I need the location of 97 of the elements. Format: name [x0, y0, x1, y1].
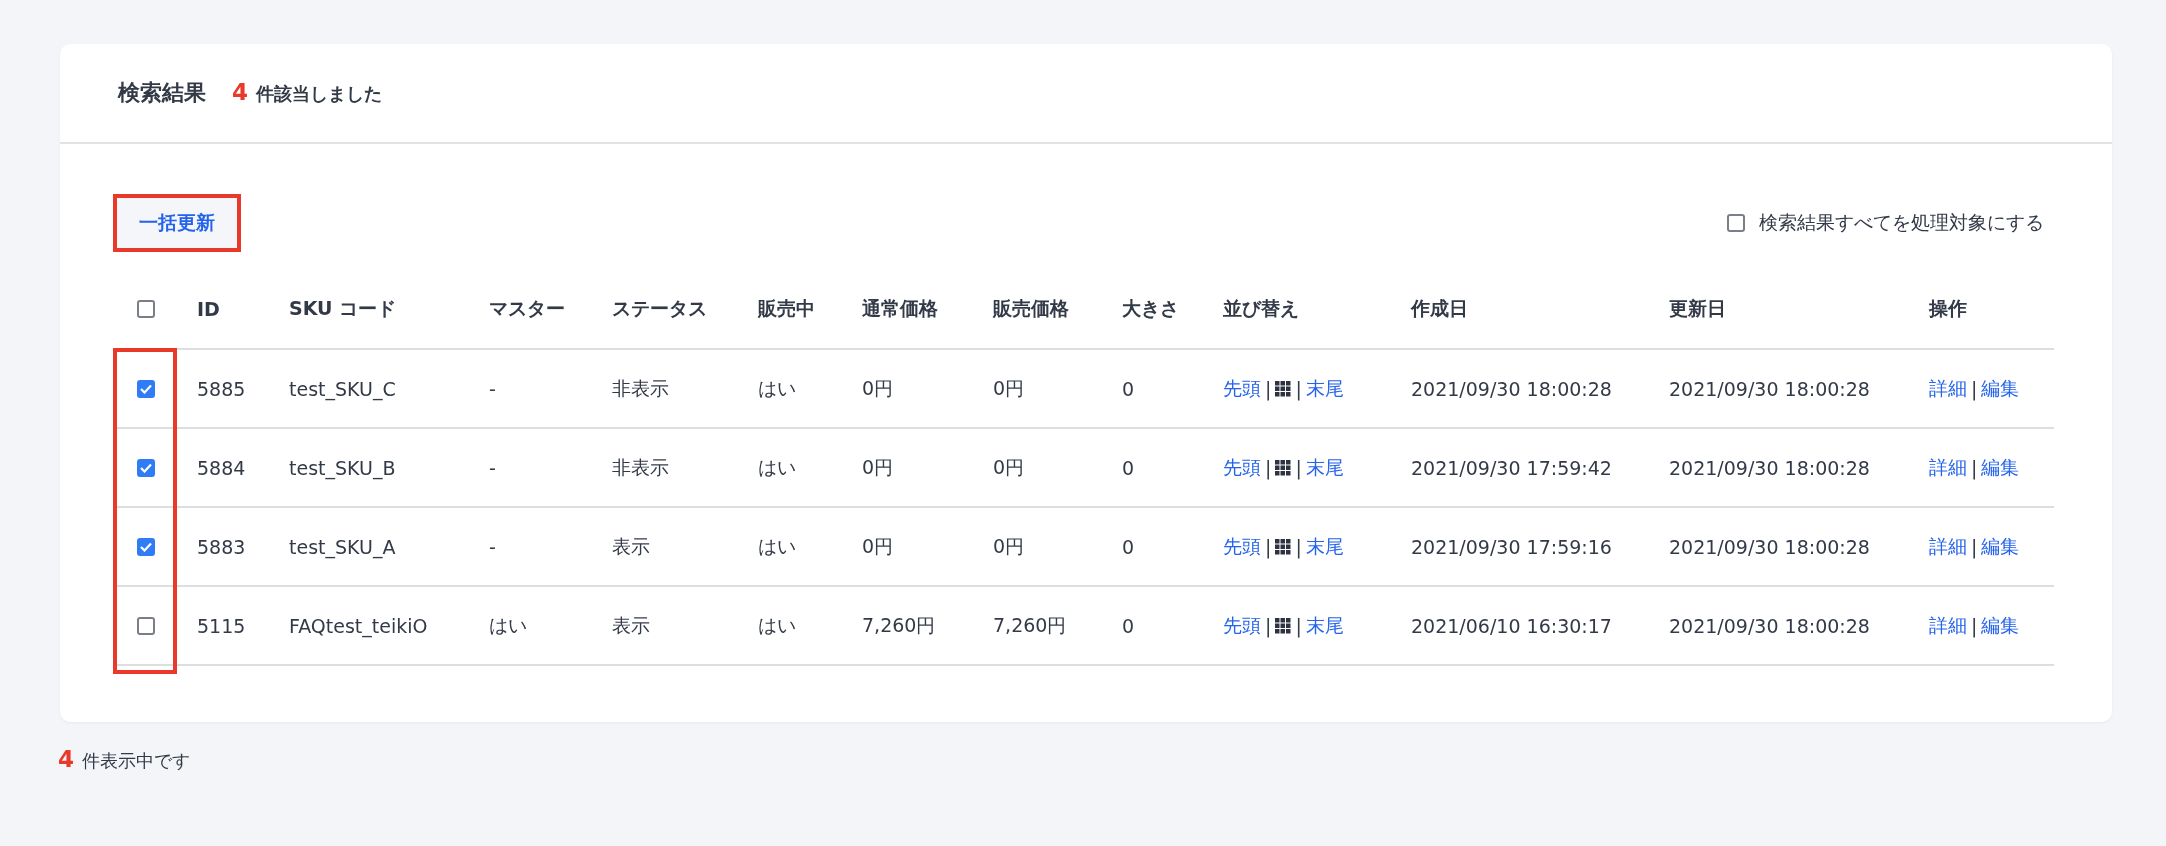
table-cell: test_SKU_A	[289, 535, 396, 558]
table-cell: 5884	[197, 456, 246, 479]
table-cell: 0	[1122, 456, 1135, 479]
table-cell: -	[489, 377, 496, 400]
table-cell-text: はい	[758, 375, 796, 401]
grid-icon[interactable]	[1275, 380, 1292, 397]
table-cell: test_SKU_B	[289, 456, 396, 479]
table-cell: 2021/09/30 18:00:28	[1669, 377, 1870, 400]
separator: |	[1265, 614, 1272, 637]
move-top-link[interactable]: 先頭	[1223, 375, 1261, 402]
display-count: 4	[58, 746, 74, 772]
table-cell-text: 0円	[993, 533, 1025, 559]
grid-icon[interactable]	[1275, 538, 1292, 555]
separator: |	[1265, 377, 1272, 400]
row-checkbox[interactable]	[137, 458, 155, 477]
column-header: 通常価格	[861, 296, 939, 321]
table-cell: 2021/09/30 18:00:28	[1411, 377, 1612, 400]
table-cell-text: 7,260円	[993, 612, 1067, 638]
edit-link[interactable]: 編集	[1981, 454, 2020, 481]
table-cell-text: 0円	[862, 454, 894, 480]
section-title: 検索結果	[118, 79, 206, 107]
move-bottom-link[interactable]: 末尾	[1305, 375, 1344, 402]
grid-icon[interactable]	[1275, 617, 1292, 634]
row-checkbox[interactable]	[137, 537, 155, 556]
table-cell-text: 表示	[612, 533, 650, 559]
row-checkbox[interactable]	[137, 379, 155, 398]
header-checkbox[interactable]	[137, 300, 155, 318]
table-cell: 2021/09/30 18:00:28	[1669, 456, 1870, 479]
edit-link[interactable]: 編集	[1981, 533, 2020, 560]
table-cell-text: 0円	[993, 375, 1025, 401]
column-header: 販売中	[757, 296, 816, 321]
table-cell-text: 非表示	[612, 454, 669, 480]
separator: |	[1295, 456, 1302, 479]
table-cell: 0	[1122, 535, 1135, 558]
table-cell: -	[489, 535, 496, 558]
column-header: 販売価格	[992, 296, 1070, 321]
column-header: マスター	[488, 296, 566, 321]
column-header: 更新日	[1668, 296, 1727, 321]
detail-link[interactable]: 詳細	[1929, 612, 1967, 639]
column-header: 作成日	[1409, 296, 1469, 321]
table-cell: 5883	[197, 535, 246, 558]
table-cell-text: 非表示	[612, 375, 669, 401]
separator: |	[1295, 535, 1302, 558]
table-cell-text: はい	[758, 612, 796, 638]
table-cell: 2021/06/10 16:30:17	[1411, 614, 1612, 637]
table-cell: 5885	[197, 377, 246, 400]
move-bottom-link[interactable]: 末尾	[1305, 454, 1344, 481]
table-cell: FAQtest_teikiO	[289, 614, 428, 637]
table-cell: 2021/09/30 17:59:16	[1411, 535, 1612, 558]
table-cell-text: はい	[758, 454, 796, 480]
detail-link[interactable]: 詳細	[1929, 375, 1967, 402]
column-header: 並び替え	[1222, 296, 1300, 321]
separator: |	[1971, 377, 1978, 400]
table-cell-text: 0円	[862, 533, 894, 559]
separator: |	[1971, 535, 1978, 558]
grid-icon[interactable]	[1275, 459, 1292, 476]
separator: |	[1971, 614, 1978, 637]
move-top-link[interactable]: 先頭	[1223, 612, 1261, 639]
table-cell-text: 7,260円	[862, 612, 936, 638]
separator: |	[1295, 377, 1302, 400]
table-cell: test_SKU_C	[289, 377, 396, 400]
result-count-label: 件該当しました	[256, 82, 382, 106]
move-top-link[interactable]: 先頭	[1223, 533, 1261, 560]
move-bottom-link[interactable]: 末尾	[1305, 612, 1344, 639]
edit-link[interactable]: 編集	[1981, 612, 2020, 639]
column-header: 操作	[1927, 296, 1968, 321]
move-bottom-link[interactable]: 末尾	[1305, 533, 1344, 560]
separator: |	[1295, 614, 1302, 637]
column-header: ステータス	[611, 296, 708, 321]
separator: |	[1971, 456, 1978, 479]
separator: |	[1265, 535, 1272, 558]
column-header: ID	[196, 298, 221, 320]
table-cell-text: 表示	[612, 612, 650, 638]
display-count-label: 件表示中です	[82, 749, 190, 773]
detail-link[interactable]: 詳細	[1929, 533, 1967, 560]
bulk-update-button[interactable]: 一括更新	[113, 194, 241, 252]
column-header: SKU コード	[288, 296, 398, 321]
table-cell-text: 0円	[993, 454, 1025, 480]
move-top-link[interactable]: 先頭	[1223, 454, 1261, 481]
table-cell-text: 0円	[862, 375, 894, 401]
table-cell: 2021/09/30 18:00:28	[1669, 535, 1870, 558]
separator: |	[1265, 456, 1272, 479]
table-cell: 2021/09/30 17:59:42	[1411, 456, 1612, 479]
table-cell: 2021/09/30 18:00:28	[1669, 614, 1870, 637]
table-cell: 0	[1122, 614, 1135, 637]
detail-link[interactable]: 詳細	[1929, 454, 1967, 481]
table-cell-text: はい	[489, 612, 527, 638]
result-count: 4	[232, 79, 248, 105]
table-cell: -	[489, 456, 496, 479]
table-cell: 5115	[197, 614, 246, 637]
row-checkbox[interactable]	[137, 616, 155, 635]
table-cell-text: はい	[758, 533, 796, 559]
table-cell: 0	[1122, 377, 1135, 400]
edit-link[interactable]: 編集	[1981, 375, 2020, 402]
column-header: 大きさ	[1121, 296, 1180, 321]
select-all-checkbox[interactable]	[1727, 214, 1745, 232]
select-all-label: 検索結果すべてを処理対象にする	[1759, 210, 2044, 235]
